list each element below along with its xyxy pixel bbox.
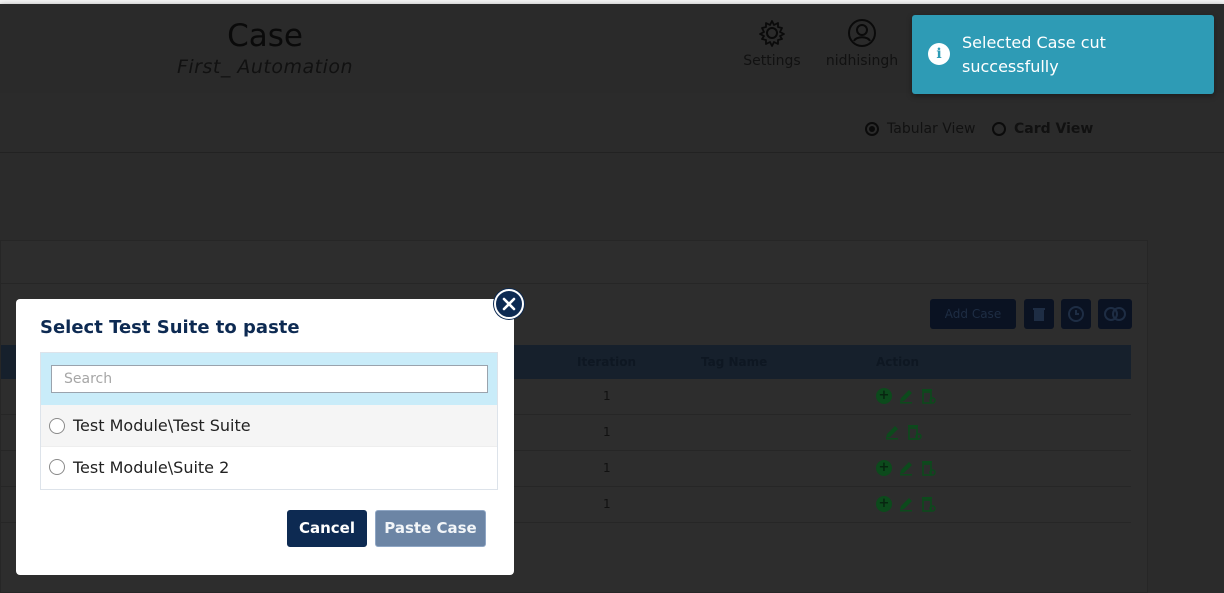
suite-option-label: Test Module\Test Suite <box>73 416 251 435</box>
close-button[interactable] <box>494 289 524 319</box>
radio-button[interactable] <box>49 417 65 434</box>
suite-list: Test Module\Test Suite Test Module\Suite… <box>40 352 498 490</box>
cancel-button[interactable]: Cancel <box>287 510 367 547</box>
toast-message: Selected Case cut successfully <box>962 33 1106 76</box>
search-input[interactable] <box>51 365 488 393</box>
suite-option-suite-2[interactable]: Test Module\Suite 2 <box>41 446 497 487</box>
search-bar <box>41 353 497 405</box>
radio-button[interactable] <box>49 459 65 475</box>
toast-notification: i Selected Case cut successfully <box>912 15 1214 94</box>
paste-case-dialog: Select Test Suite to paste Test Module\T… <box>16 289 524 575</box>
paste-case-button[interactable]: Paste Case <box>375 510 486 547</box>
close-icon <box>502 297 516 311</box>
dialog-title: Select Test Suite to paste <box>40 317 300 338</box>
info-icon: i <box>928 43 950 65</box>
suite-option-test-suite[interactable]: Test Module\Test Suite <box>41 405 497 446</box>
suite-option-label: Test Module\Suite 2 <box>73 457 230 477</box>
